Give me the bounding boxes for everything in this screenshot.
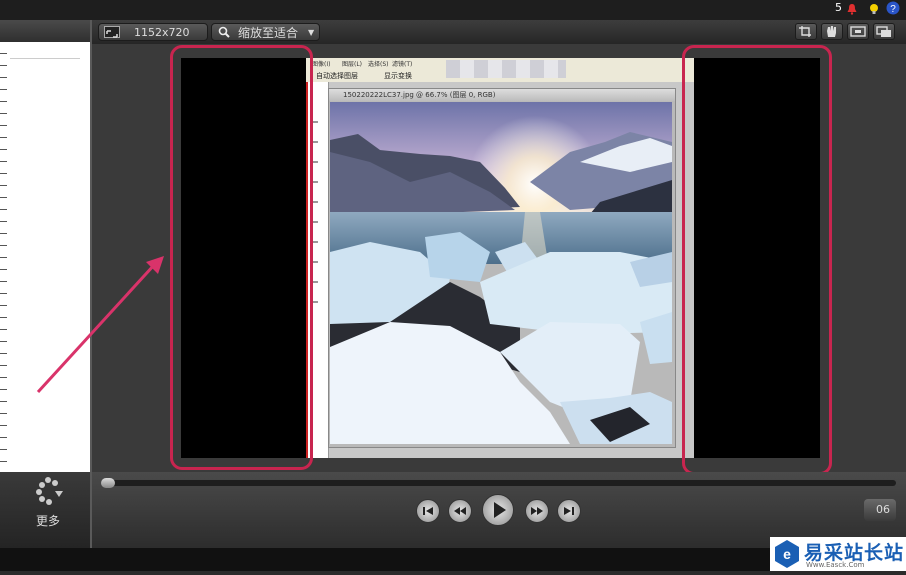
top-status-bar <box>0 0 906 20</box>
skip-end-button[interactable] <box>557 499 581 523</box>
play-button[interactable] <box>482 494 514 526</box>
fit-screen-button[interactable] <box>847 23 869 40</box>
captured-checkbox-label: 显示变换 <box>384 72 412 80</box>
rewind-button[interactable] <box>448 499 472 523</box>
mosaic-blur <box>446 60 566 78</box>
window-mode-button[interactable] <box>873 23 895 40</box>
resolution-label: 1152x720 <box>134 26 190 39</box>
help-icon[interactable]: ? <box>886 0 900 15</box>
zoom-label: 缩放至适合 <box>238 26 299 40</box>
highlight-box-right <box>682 45 832 475</box>
watermark-logo: e 易采站长站 Www.Easck.Com <box>770 537 906 571</box>
landscape-photo <box>330 102 672 444</box>
captured-menu-item: 图像(I) <box>312 61 331 68</box>
more-icon[interactable] <box>32 474 66 508</box>
chevron-down-icon: ▼ <box>308 28 315 37</box>
pan-button[interactable] <box>821 23 843 40</box>
captured-menu-strip: 图像(I) 图层(L) 选择(S) 滤镜(T) 自动选择图层 显示变换 <box>306 58 694 82</box>
site-logo-icon: e <box>775 540 799 568</box>
resolution-dropdown[interactable]: 1152x720 <box>98 23 208 41</box>
rewind-icon <box>454 507 466 515</box>
captured-menu-item: 图层(L) <box>342 61 363 68</box>
captured-title-text: 150220222LC37.jpg @ 66.7% (图层 0, RGB) <box>343 91 496 99</box>
fit-screen-icon <box>850 26 866 37</box>
seek-bar[interactable] <box>104 480 896 486</box>
seek-handle[interactable] <box>101 478 115 488</box>
captured-checkbox-label: 自动选择图层 <box>316 72 358 80</box>
skip-start-button[interactable] <box>416 499 440 523</box>
aspect-icon <box>104 26 120 38</box>
hand-icon <box>827 26 836 37</box>
left-panel-header <box>0 20 90 43</box>
play-icon <box>494 502 506 518</box>
crop-icon <box>799 26 811 37</box>
highlight-box-left <box>170 45 313 470</box>
lightbulb-icon[interactable] <box>868 0 880 14</box>
watermark-subtitle: Www.Easck.Com <box>806 561 865 569</box>
skip-start-icon <box>423 507 433 515</box>
svg-text:e: e <box>783 546 791 562</box>
window-icon <box>876 26 891 37</box>
crop-button[interactable] <box>795 23 817 40</box>
fast-forward-icon <box>531 507 543 515</box>
captured-image-title: 150220222LC37.jpg @ 66.7% (图层 0, RGB) <box>329 89 675 101</box>
magnifier-icon <box>218 26 230 38</box>
film-strip-edge <box>0 42 7 472</box>
captured-menu-item: 选择(S) <box>368 61 389 68</box>
captured-menu-item: 滤镜(T) <box>392 61 413 68</box>
more-label[interactable]: 更多 <box>36 512 60 529</box>
zoom-dropdown[interactable]: 缩放至适合 ▼ <box>211 23 320 41</box>
fast-forward-button[interactable] <box>525 499 549 523</box>
svg-text:?: ? <box>890 4 896 15</box>
bell-icon[interactable] <box>846 0 858 15</box>
list-divider <box>10 58 80 59</box>
time-badge[interactable]: 06 <box>864 499 896 521</box>
skip-end-icon <box>564 507 574 515</box>
arrow-left <box>30 250 170 400</box>
notification-count: 5 <box>835 1 842 14</box>
